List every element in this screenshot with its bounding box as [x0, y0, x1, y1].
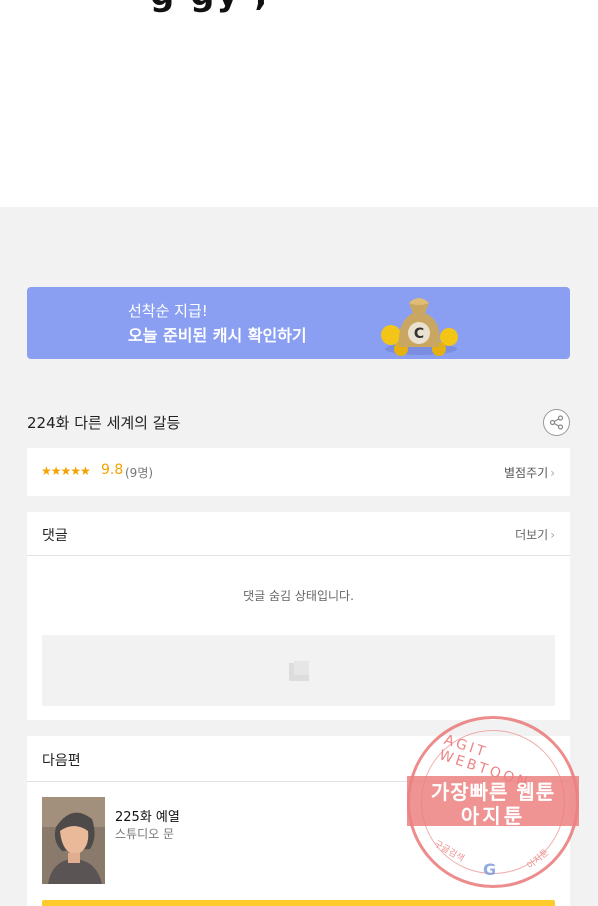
more-label: 더보기 — [515, 528, 549, 542]
banner-subtitle: 선착순 지급! — [128, 302, 208, 320]
rating-count: (9명) — [125, 466, 154, 480]
rate-button[interactable]: 별점주기 › — [504, 464, 555, 481]
next-episode-header: 다음편 — [27, 736, 570, 782]
banner-title: 오늘 준비된 캐시 확인하기 — [128, 326, 307, 345]
next-episode-title: 다음편 — [42, 753, 81, 769]
coin-letter: C — [414, 326, 424, 342]
next-episode-button[interactable] — [42, 900, 555, 906]
share-icon — [549, 415, 564, 430]
episode-title: 224화 다른 세계의 갈등 — [27, 414, 181, 432]
rating-card: ★★★★★ 9.8 (9명) 별점주기 › — [27, 448, 570, 496]
comments-more-button[interactable]: 더보기 › — [515, 526, 555, 543]
chevron-right-icon: › — [550, 528, 555, 542]
studio-name: 스튜디오 문 — [115, 827, 175, 841]
ad-placeholder[interactable] — [42, 635, 555, 706]
money-bag-icon: C — [381, 298, 458, 356]
next-episode-thumbnail[interactable] — [42, 797, 105, 884]
webtoon-image-bottom: g gy , — [0, 0, 598, 207]
rating-stars: ★★★★★ — [41, 464, 91, 478]
comments-title: 댓글 — [42, 528, 68, 544]
thumbnail-image — [42, 797, 105, 884]
comic-text-fragment: g gy , — [150, 0, 269, 14]
chevron-right-icon: › — [550, 466, 555, 480]
next-episode-name[interactable]: 225화 예열 — [115, 806, 180, 825]
comments-hidden-message: 댓글 숨김 상태입니다. — [243, 589, 354, 603]
share-button[interactable] — [543, 409, 570, 436]
comments-header: 댓글 더보기 › — [27, 512, 570, 556]
image-placeholder-icon — [289, 661, 309, 681]
rating-score: 9.8 — [101, 462, 124, 478]
cash-event-banner[interactable]: 선착순 지급! 오늘 준비된 캐시 확인하기 C — [27, 287, 570, 359]
comments-card: 댓글 더보기 › 댓글 숨김 상태입니다. — [27, 512, 570, 720]
rate-label: 별점주기 — [504, 466, 549, 480]
next-episode-card: 다음편 225화 예열 스튜디오 문 — [27, 736, 570, 906]
